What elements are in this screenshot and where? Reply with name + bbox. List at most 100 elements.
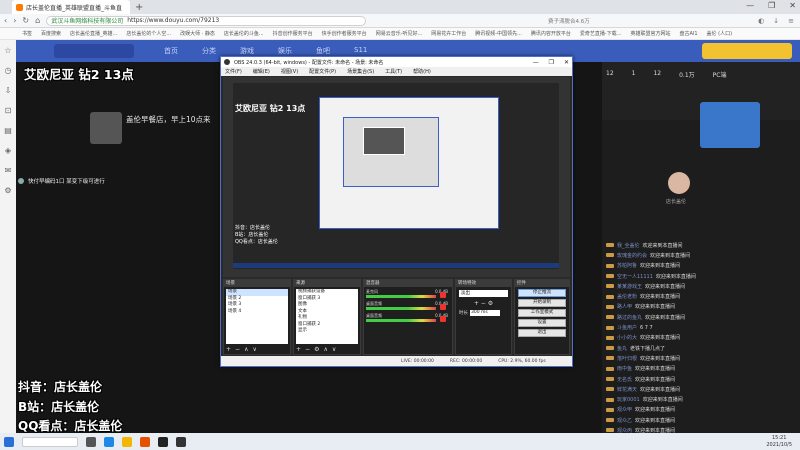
- volume-meter[interactable]: [366, 307, 436, 310]
- system-clock[interactable]: 15:21 2021/10/5: [766, 435, 792, 448]
- new-tab-button[interactable]: +: [135, 2, 143, 13]
- chat-user[interactable]: 玩家0001: [617, 396, 640, 403]
- chat-user[interactable]: 小小的大: [617, 334, 637, 341]
- back-icon[interactable]: ‹: [4, 16, 7, 25]
- chat-user[interactable]: 观众乙: [617, 417, 632, 424]
- notes-icon[interactable]: ▤: [4, 126, 12, 135]
- bookmark-item[interactable]: 爱奇艺直播-下载...: [580, 30, 622, 37]
- remove-source-icon[interactable]: −: [305, 346, 310, 353]
- bookmark-item[interactable]: 英雄联盟官方网站: [630, 30, 670, 37]
- chat-user[interactable]: 斗鱼用户: [617, 324, 637, 331]
- nav-entertainment[interactable]: 娱乐: [278, 46, 292, 56]
- transition-add-remove[interactable]: + − ⚙: [456, 300, 511, 307]
- app-icon-2[interactable]: [176, 436, 186, 447]
- bookmark-item[interactable]: 盖伦 (人口): [707, 30, 733, 37]
- obs-menu-item[interactable]: 帮助(H): [413, 68, 431, 75]
- volume-meter[interactable]: [366, 295, 436, 298]
- obs-minimize-button[interactable]: —: [533, 59, 539, 66]
- menu-icon[interactable]: ≡: [788, 17, 794, 25]
- promo-banner[interactable]: [700, 102, 760, 148]
- obs-menu-item[interactable]: 视图(V): [281, 68, 298, 75]
- chat-user[interactable]: 玫瑰金的约会: [617, 252, 647, 259]
- chat-user[interactable]: 某某游戏王: [617, 283, 642, 290]
- nav-home[interactable]: 首页: [164, 46, 178, 56]
- control-button[interactable]: 退出: [518, 329, 566, 337]
- edge-icon[interactable]: [104, 436, 114, 447]
- home-icon[interactable]: ⌂: [35, 16, 40, 25]
- chat-user[interactable]: 鱼丸: [617, 345, 627, 352]
- remove-scene-icon[interactable]: −: [235, 346, 240, 353]
- chat-user[interactable]: 雨中鱼: [617, 365, 632, 372]
- obs-preview[interactable]: 艾欧尼亚 钻2 13点 抖音：店长盖伦 B站：店长盖伦 QQ看点：店长盖伦: [223, 77, 570, 277]
- extension-icon[interactable]: ◐: [758, 17, 764, 25]
- chat-user[interactable]: 鲜花满天: [617, 386, 637, 393]
- task-view-icon[interactable]: [86, 436, 96, 447]
- cart-icon[interactable]: ⊡: [5, 106, 12, 115]
- game-icon[interactable]: ◈: [5, 146, 11, 155]
- bookmark-item[interactable]: 店长盖伦直播_英雄...: [70, 30, 117, 37]
- control-button[interactable]: 停止推流: [518, 289, 566, 297]
- browser-tab[interactable]: 店长盖伦直播_英雄联盟直播_斗鱼直: [12, 0, 130, 14]
- obs-menu-item[interactable]: 配置文件(P): [309, 68, 336, 75]
- stat-5[interactable]: PC端: [713, 70, 727, 79]
- source-down-icon[interactable]: ∨: [332, 346, 336, 353]
- refresh-icon[interactable]: ↻: [22, 16, 29, 25]
- chat-user[interactable]: 路过的鱼丸: [617, 314, 642, 321]
- move-up-icon[interactable]: ∧: [244, 346, 248, 353]
- bookmark-item[interactable]: 店长盖伦的个人空...: [126, 30, 171, 37]
- streamer-avatar[interactable]: [90, 112, 122, 144]
- mute-speaker-icon[interactable]: [440, 292, 446, 298]
- source-settings-icon[interactable]: ⚙: [314, 346, 319, 353]
- add-source-icon[interactable]: +: [296, 346, 301, 353]
- obs-menu-item[interactable]: 文件(F): [225, 68, 242, 75]
- bookmark-item[interactable]: 快手创作者服务平台: [322, 30, 367, 37]
- minimize-button[interactable]: —: [746, 1, 754, 10]
- bookmark-item[interactable]: 腾讯视频-中国领先...: [475, 30, 522, 37]
- header-banner[interactable]: [702, 43, 792, 59]
- chat-user[interactable]: 无名氏: [617, 376, 632, 383]
- nav-s11[interactable]: S11: [354, 46, 367, 56]
- obs-menu-item[interactable]: 场景集合(S): [347, 68, 374, 75]
- nav-category[interactable]: 分类: [202, 46, 216, 56]
- star-icon[interactable]: ☆: [4, 46, 11, 55]
- bookmark-item[interactable]: 抖音创作服务平台: [273, 30, 313, 37]
- bookmark-item[interactable]: 盘古AI1: [679, 30, 697, 37]
- chat-user[interactable]: 观众甲: [617, 406, 632, 413]
- obs-close-button[interactable]: ✕: [564, 59, 569, 66]
- url-input[interactable]: 武汉斗鱼网络科技有限公司 https://www.douyu.com/79213: [46, 15, 367, 26]
- douyu-logo[interactable]: [54, 44, 134, 58]
- forward-icon[interactable]: ›: [13, 16, 16, 25]
- download-sidebar-icon[interactable]: ⇩: [5, 86, 12, 95]
- transition-select[interactable]: 淡出: [459, 290, 508, 297]
- taskbar-search[interactable]: [22, 436, 78, 447]
- volume-meter[interactable]: [366, 319, 436, 322]
- maximize-button[interactable]: ❐: [768, 1, 775, 10]
- nav-fishbar[interactable]: 鱼吧: [316, 46, 330, 56]
- settings-icon[interactable]: ⚙: [4, 186, 11, 195]
- control-button[interactable]: 开始录制: [518, 299, 566, 307]
- close-button[interactable]: ✕: [789, 1, 796, 10]
- mute-speaker-icon[interactable]: [440, 316, 446, 322]
- bookmark-item[interactable]: 店长盖伦的斗鱼...: [224, 30, 264, 37]
- obs-menu-item[interactable]: 工具(T): [385, 68, 402, 75]
- mute-speaker-icon[interactable]: [440, 304, 446, 310]
- add-scene-icon[interactable]: +: [226, 346, 231, 353]
- scene-item[interactable]: 场景 4: [226, 309, 288, 316]
- control-button[interactable]: 设置: [518, 319, 566, 327]
- search-hint[interactable]: 费子涛脱合4.6万: [548, 17, 590, 25]
- mail-icon[interactable]: ✉: [5, 166, 12, 175]
- bookmark-item[interactable]: 书签: [22, 30, 32, 37]
- chat-user[interactable]: 我_全盖伦: [617, 242, 640, 249]
- bookmark-item[interactable]: 改娱大师 · 静态: [180, 30, 215, 37]
- chat-user[interactable]: 苏柏阿鲁: [617, 262, 637, 269]
- clock-icon[interactable]: ◷: [5, 66, 12, 75]
- bookmark-item[interactable]: 网易云音乐-听见好...: [376, 30, 423, 37]
- anchor-avatar[interactable]: [668, 172, 690, 194]
- duration-input[interactable]: 300 ms: [470, 310, 500, 316]
- chat-user[interactable]: 落叶归根: [617, 355, 637, 362]
- app-icon-1[interactable]: [140, 436, 150, 447]
- chat-user[interactable]: 空无一人11111: [617, 273, 653, 280]
- chat-user[interactable]: 盖伦老粉: [617, 293, 637, 300]
- obs-taskbar-icon[interactable]: [158, 436, 168, 447]
- download-icon[interactable]: ↓: [773, 17, 779, 25]
